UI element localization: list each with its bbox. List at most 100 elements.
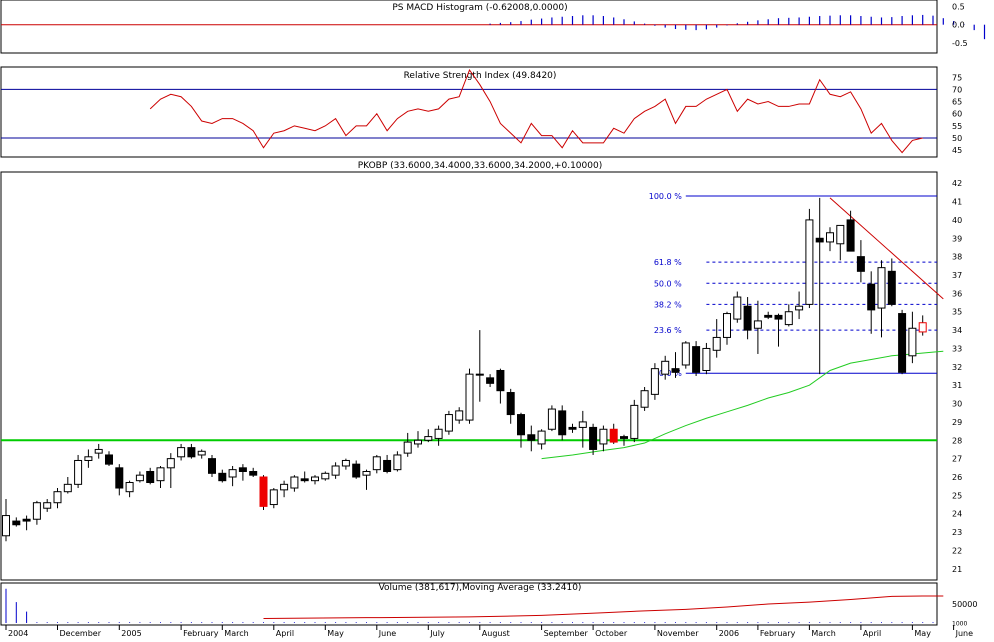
candle-body (671, 368, 680, 373)
candle-body (455, 410, 464, 421)
chart-canvas: PS MACD Histogram (-0.62008,0.0000) Rela… (0, 0, 994, 638)
candle-body (290, 476, 299, 489)
candle-body (362, 470, 371, 476)
price-tick-label: 35 (952, 308, 962, 317)
fib-level-label: 100.0 % (649, 192, 682, 201)
candle-body (444, 414, 453, 432)
candle-body (414, 439, 422, 445)
candle-body (764, 314, 773, 318)
candle-body (187, 447, 196, 458)
price-tick-label: 32 (952, 363, 962, 372)
price-tick-label: 33 (952, 344, 962, 353)
candle-body (681, 342, 690, 366)
x-axis-label: August (482, 629, 510, 638)
candle-body (486, 377, 495, 384)
x-axis-label: February (760, 629, 796, 638)
candle-body (815, 237, 824, 243)
candle-body (32, 502, 41, 520)
volume-title: Volume (381,617),Moving Average (33.2410… (379, 583, 582, 593)
rsi-tick-label: 70 (952, 85, 962, 94)
candle-body (105, 454, 113, 465)
x-axis-label: April (276, 629, 294, 638)
price-tick-label: 27 (952, 455, 962, 464)
volume-tick-label: 50000 (952, 600, 977, 609)
candle-body (125, 482, 134, 493)
candle-body (115, 467, 124, 489)
candle-body (424, 436, 433, 441)
candle-body (723, 313, 731, 338)
candle-body (578, 421, 587, 428)
candle-body (341, 459, 350, 467)
candle-body (393, 454, 402, 471)
price-tick-label: 34 (952, 326, 962, 335)
candle-body (568, 426, 577, 430)
candle-body (372, 456, 381, 471)
price-title: PKOBP (33.6000,34.4000,33.6000,34.2000,+… (358, 161, 602, 171)
candle-body (208, 458, 216, 474)
candle-body (166, 458, 175, 469)
candle-body (177, 447, 186, 458)
x-axis-label: 2004 (8, 629, 28, 638)
macd-tick-label: -0.5 (952, 39, 968, 48)
candle-body (146, 470, 155, 484)
rsi-title: Relative Strength Index (49.8420) (404, 71, 557, 81)
price-tick-label: 36 (952, 289, 962, 298)
candle-body (63, 483, 72, 493)
rsi-tick-label: 65 (952, 98, 962, 107)
candle-body (84, 456, 93, 461)
x-axis-label: 2005 (121, 629, 141, 638)
candle-body (517, 414, 525, 436)
x-axis-label: December (60, 629, 102, 638)
price-tick-label: 41 (952, 198, 962, 207)
candle-body (238, 467, 247, 472)
price-tick-label: 21 (952, 565, 962, 574)
candle-body (640, 390, 649, 408)
candle-body (496, 369, 505, 392)
candle-body (650, 368, 659, 395)
price-tick-label: 24 (952, 510, 962, 519)
candle-body (547, 408, 556, 430)
candle-body (280, 483, 289, 491)
candle-body (558, 410, 567, 436)
fib-level-label: 38.2 % (654, 300, 682, 309)
price-tick-label: 22 (952, 546, 962, 555)
x-axis-label: 2006 (719, 629, 739, 638)
macd-tick-label: 0.0 (952, 21, 965, 30)
price-tick-label: 23 (952, 528, 962, 537)
x-axis-label: April (863, 629, 881, 638)
candle-body (692, 346, 701, 373)
candle-body (135, 474, 144, 482)
price-tick-label: 39 (952, 234, 962, 243)
candle-body (774, 314, 783, 320)
candle-body (156, 467, 165, 482)
candle-body (753, 320, 762, 329)
candle-body (311, 476, 319, 482)
candle-body (918, 322, 927, 333)
candle-body (877, 267, 886, 309)
candle-body (53, 491, 62, 504)
candle-body (22, 518, 31, 522)
candle-body (795, 305, 804, 311)
x-axis-label: September (544, 629, 589, 638)
candle-body (352, 463, 361, 478)
candle-body (383, 459, 392, 472)
fib-level-label: 61.8 % (654, 258, 682, 267)
candle-body (269, 489, 278, 506)
candle-body (527, 434, 536, 441)
candle-body (331, 465, 340, 476)
candle-body (300, 478, 309, 482)
candle-body (609, 428, 618, 443)
x-axis-label: February (183, 629, 219, 638)
candle-body (12, 520, 21, 526)
candle-body (465, 373, 474, 421)
candle-body (218, 472, 227, 482)
candle-body (712, 336, 721, 351)
candle-body (537, 430, 546, 445)
candle-body (908, 327, 917, 357)
price-tick-label: 30 (952, 400, 962, 409)
candle-body (867, 283, 876, 311)
candle-body (898, 313, 907, 373)
macd-title: PS MACD Histogram (-0.62008,0.0000) (392, 3, 567, 13)
price-tick-label: 25 (952, 491, 962, 500)
rsi-tick-label: 50 (952, 134, 962, 143)
